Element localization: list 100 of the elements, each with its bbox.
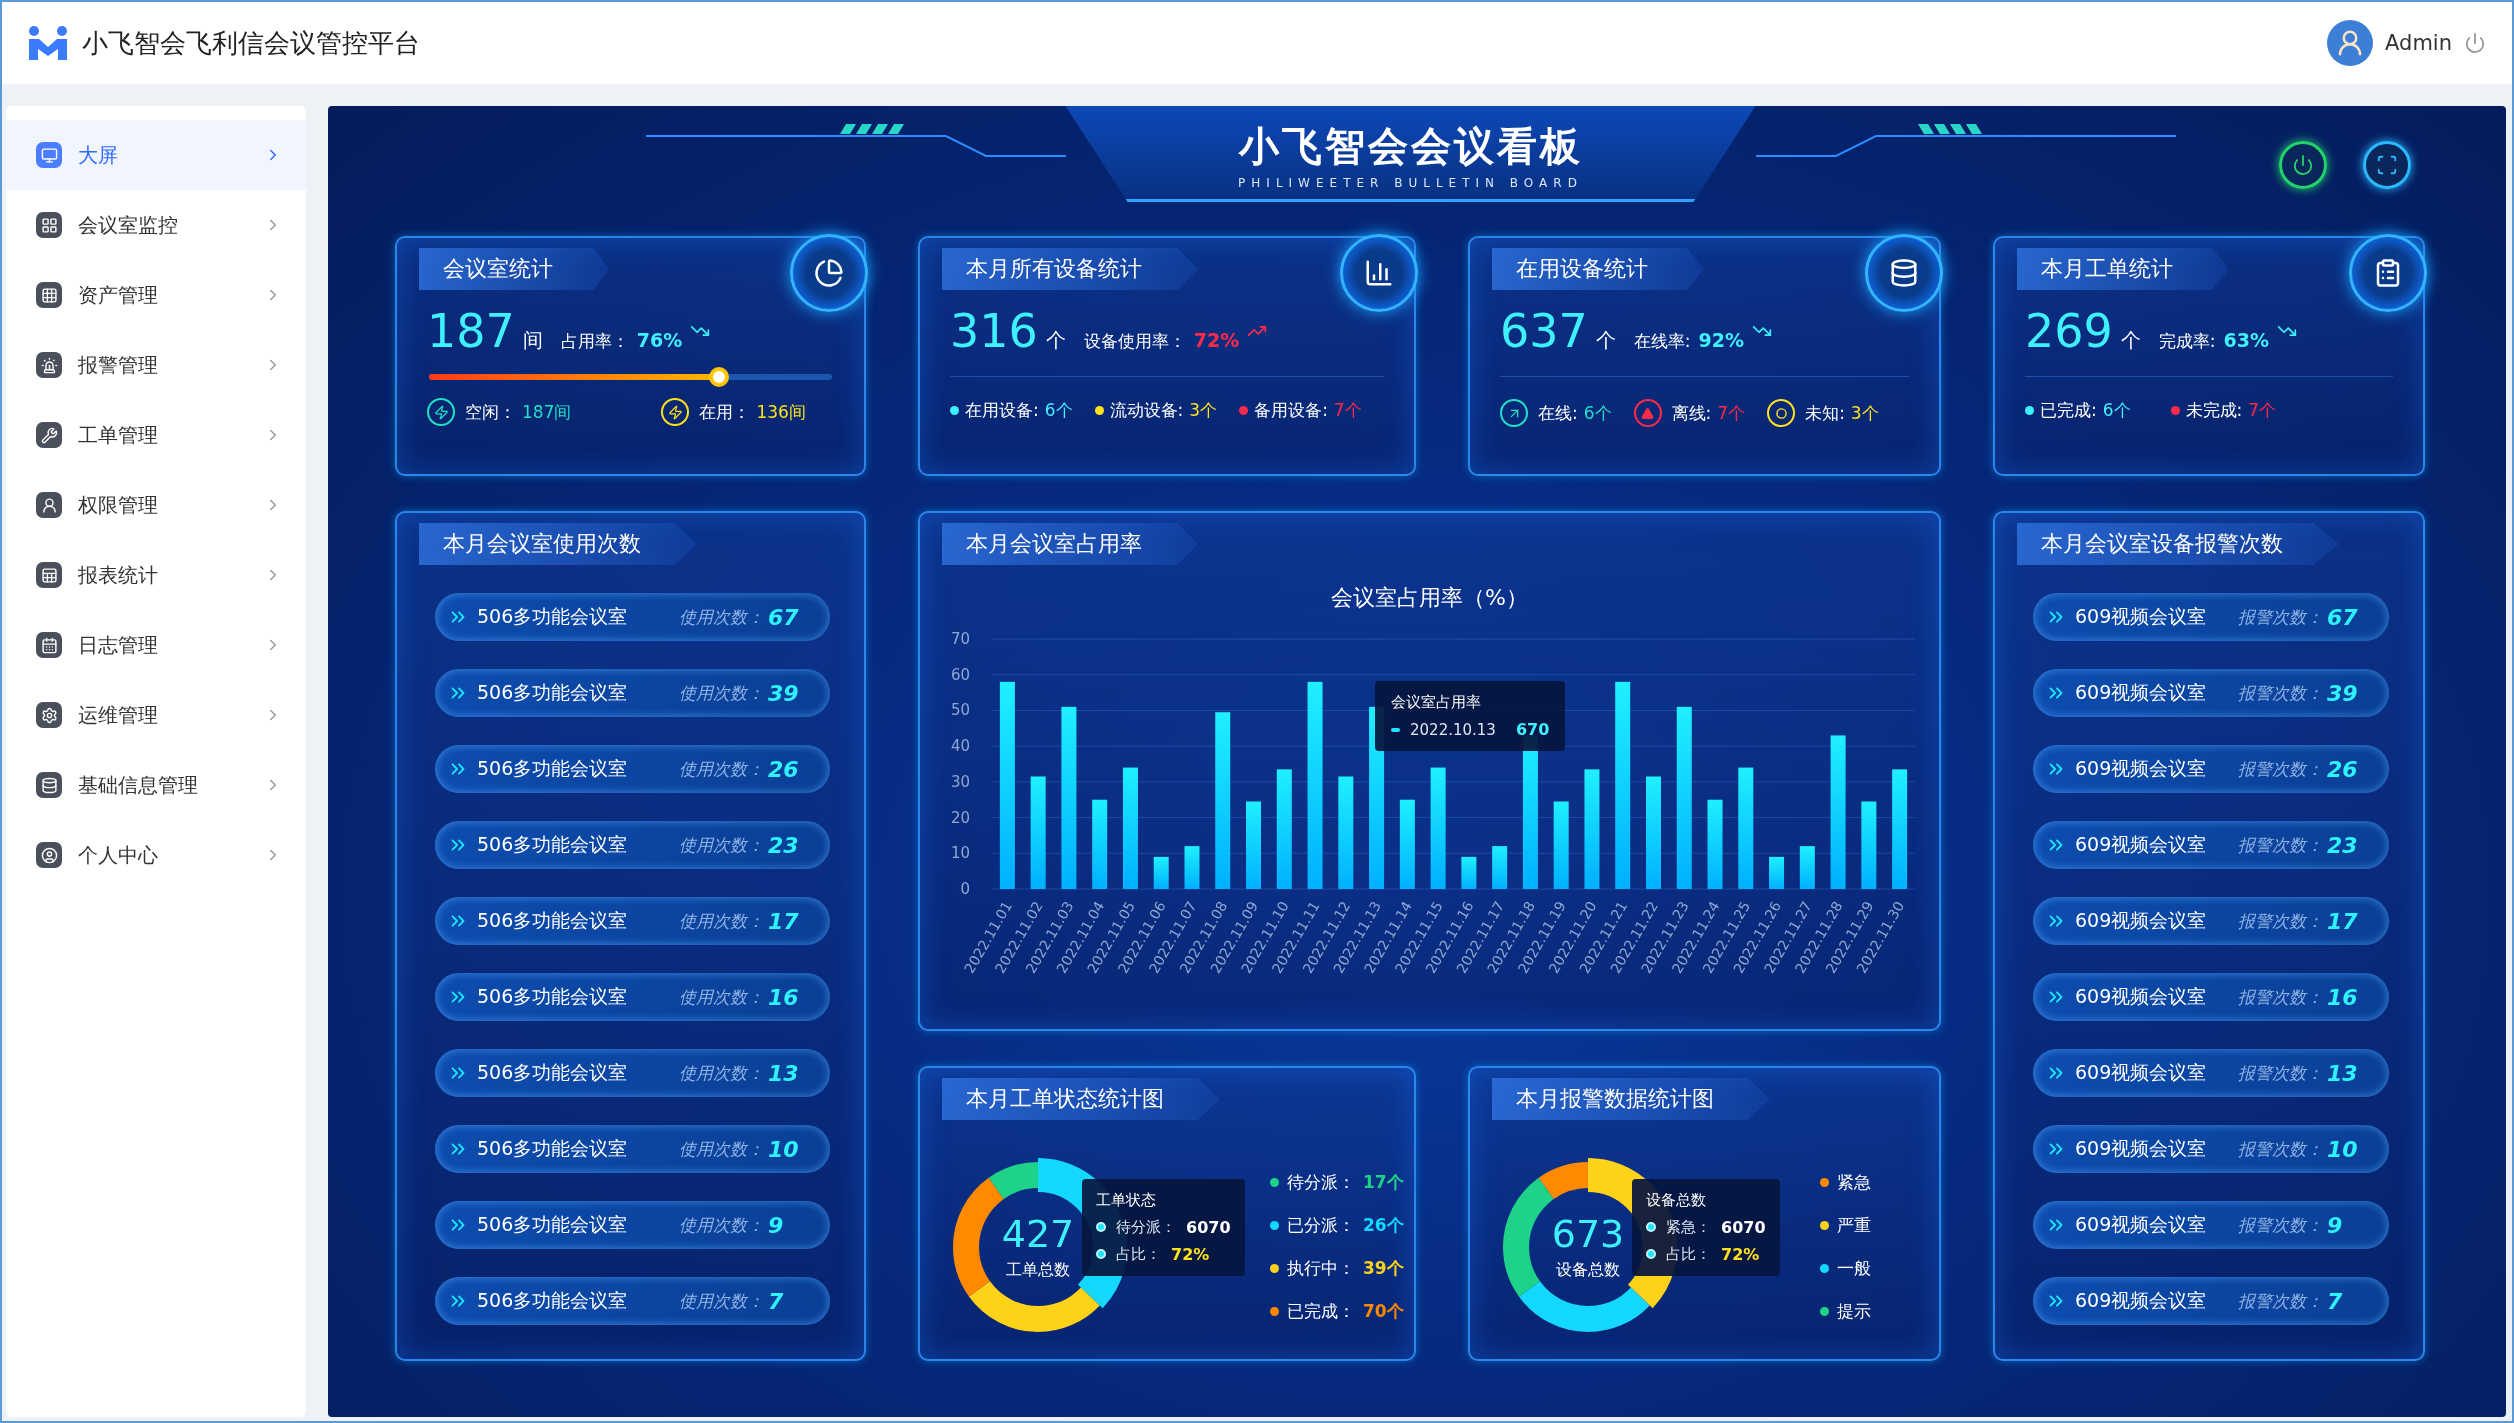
count-value: 39: [2327, 680, 2359, 706]
menu-item[interactable]: 运维管理: [6, 680, 306, 750]
unit-label: 个: [1595, 327, 1616, 354]
fullscreen-icon: [2376, 154, 2398, 176]
tooltip-label: 占比：: [1666, 1244, 1711, 1264]
count-label: 报警次数：: [2238, 1213, 2323, 1237]
menu-item[interactable]: 工单管理: [6, 400, 306, 470]
table-icon: [36, 282, 62, 308]
count-value: 16: [2327, 984, 2359, 1010]
item-label: 未知:: [1805, 401, 1845, 425]
calendar-icon: [36, 632, 62, 658]
room-name: 609视频会议室: [2075, 1212, 2208, 1237]
item-label: 已完成:: [2040, 399, 2097, 422]
power-icon[interactable]: [2464, 32, 2486, 54]
room-name: 506多功能会议室: [477, 756, 629, 781]
count-value: 10: [768, 1136, 800, 1162]
power-button[interactable]: [2279, 141, 2327, 189]
tooltip-title: 会议室占用率: [1391, 693, 1482, 712]
count-value: 7: [2327, 1288, 2344, 1314]
user-name[interactable]: Admin: [2385, 31, 2452, 55]
total-value: 187: [427, 304, 515, 358]
count-label: 报警次数：: [2238, 1061, 2323, 1085]
rate-value: 76%: [636, 329, 683, 351]
user-icon: [36, 842, 62, 868]
room-name: 609视频会议室: [2075, 680, 2208, 705]
room-name: 609视频会议室: [2075, 1136, 2208, 1161]
legend-label: 待分派：: [1287, 1170, 1355, 1194]
axis-tick-label: 0: [959, 880, 970, 898]
chart-bar: [1460, 856, 1476, 889]
center-label: 设备总数: [1556, 1260, 1620, 1281]
chart-bar: [1491, 846, 1507, 889]
tooltip-label: 待分派：: [1116, 1217, 1176, 1237]
menu-item[interactable]: 会议室监控: [6, 190, 306, 260]
power-icon: [2292, 154, 2314, 176]
card-title: 本月工单统计: [2017, 248, 2229, 290]
item-value: 3个: [1189, 399, 1218, 422]
menu-item[interactable]: 报警管理: [6, 330, 306, 400]
count-label: 报警次数：: [2238, 985, 2323, 1009]
legend-label: 执行中：: [1287, 1256, 1355, 1280]
tooltip-value: 6070: [1186, 1217, 1231, 1237]
app-title: 小飞智会飞利信会议管控平台: [82, 26, 420, 60]
menu-item[interactable]: 基础信息管理: [6, 750, 306, 820]
menu-item[interactable]: 大屏: [6, 120, 306, 190]
tooltip-date: 2022.10.13: [1410, 720, 1496, 739]
count-label: 报警次数：: [2238, 681, 2323, 705]
legend-label: 已完成：: [1287, 1299, 1355, 1323]
board-title: 小飞智会会议看板: [1238, 121, 1583, 171]
count-label: 使用次数：: [679, 1137, 764, 1161]
pie-chart-icon: [790, 234, 868, 312]
fullscreen-button[interactable]: [2363, 141, 2411, 189]
legend-value: 26个: [1363, 1213, 1404, 1237]
wrench-icon: [36, 422, 62, 448]
room-name: 506多功能会议室: [477, 1136, 629, 1161]
item-value: 6个: [1583, 401, 1612, 425]
center-value: 673: [1551, 1212, 1625, 1256]
item-label: 在线:: [1538, 401, 1578, 425]
item-label: 流动设备:: [1109, 399, 1184, 422]
rate-label: 占用率：: [560, 330, 629, 353]
unit-label: 个: [2120, 327, 2141, 354]
room-name: 609视频会议室: [2075, 832, 2208, 857]
legend-label: 一般: [1837, 1256, 1871, 1280]
tooltip-dot: [1646, 1249, 1656, 1259]
item-value: 6个: [1044, 399, 1073, 422]
count-label: 使用次数：: [679, 757, 764, 781]
grid-icon: [36, 212, 62, 238]
count-label: 使用次数：: [679, 985, 764, 1009]
room-name: 506多功能会议室: [477, 1060, 629, 1085]
count-value: 26: [768, 756, 800, 782]
menu-item[interactable]: 资产管理: [6, 260, 306, 330]
count-value: 9: [2327, 1212, 2344, 1238]
menu-item[interactable]: 权限管理: [6, 470, 306, 540]
menu-item[interactable]: 个人中心: [6, 820, 306, 890]
slider-thumb[interactable]: [709, 367, 730, 387]
axis-tick-label: 10: [950, 844, 970, 863]
item-label: 在用：: [699, 400, 751, 424]
center-label: 工单总数: [1006, 1260, 1070, 1281]
item-value: 7个: [2248, 399, 2277, 422]
board-subtitle: PHILIWEETER BULLETIN BOARD: [1238, 175, 1583, 190]
count-label: 使用次数：: [679, 909, 764, 933]
database-icon: [36, 772, 62, 798]
tooltip-title: 工单状态: [1096, 1190, 1157, 1210]
room-name: 506多功能会议室: [477, 1288, 629, 1313]
chart-bar: [1799, 846, 1815, 889]
card-title: 本月工单状态统计图: [942, 1078, 1220, 1120]
user-icon: [36, 492, 62, 518]
count-label: 报警次数：: [2238, 909, 2323, 933]
axis-tick-label: 60: [950, 665, 970, 684]
tooltip-label: 占比：: [1116, 1244, 1161, 1264]
room-name: 609视频会议室: [2075, 604, 2208, 629]
rate-value: 92%: [1698, 329, 1745, 351]
chart-bar: [1153, 856, 1169, 889]
avatar-icon[interactable]: [2327, 20, 2374, 66]
card-title: 本月报警数据统计图: [1492, 1078, 1770, 1120]
count-value: 17: [2327, 908, 2359, 934]
room-name: 609视频会议室: [2075, 756, 2208, 781]
siren-icon: [36, 352, 62, 378]
rate-label: 完成率:: [2158, 330, 2216, 353]
tooltip-value: 72%: [1171, 1244, 1210, 1264]
menu-item[interactable]: 报表统计: [6, 540, 306, 610]
menu-item[interactable]: 日志管理: [6, 610, 306, 680]
